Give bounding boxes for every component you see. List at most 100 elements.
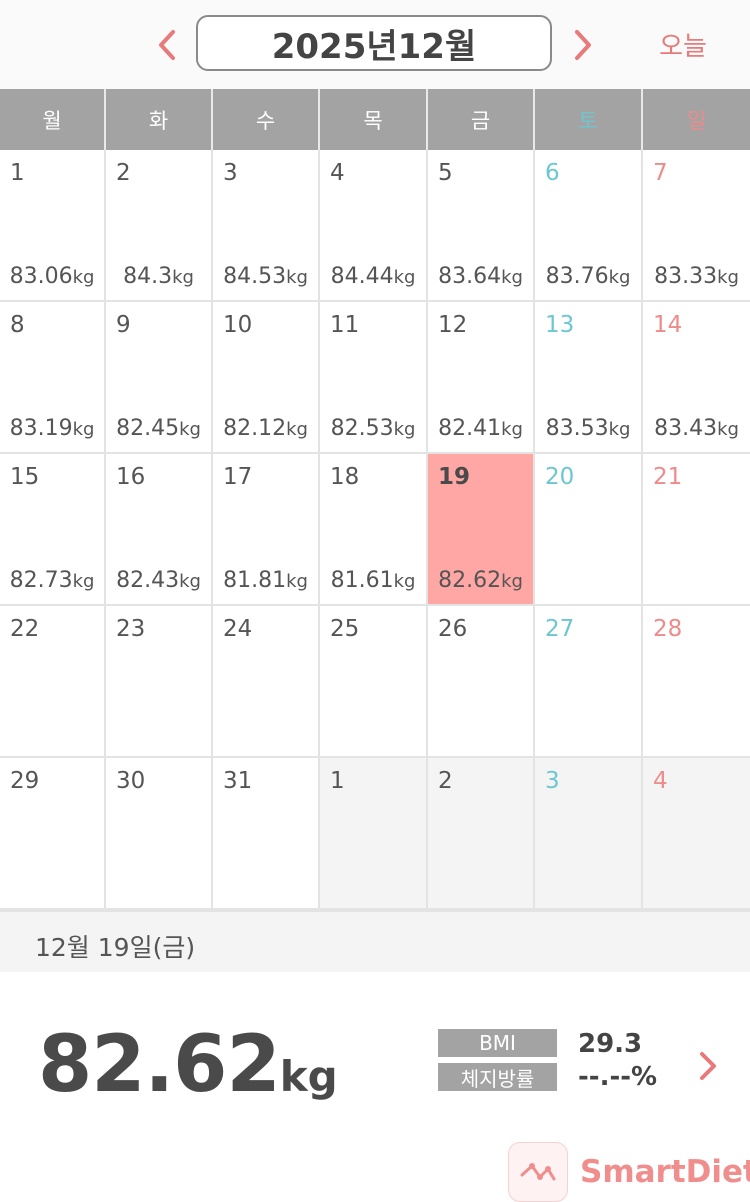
calendar-day-cell[interactable]: 3 84.53kg: [213, 150, 320, 302]
day-number: 15: [10, 464, 40, 490]
day-weight-value: 83.76: [545, 264, 609, 289]
day-weight-unit: kg: [717, 419, 739, 440]
day-weight: 82.53kg: [320, 416, 426, 441]
day-number: 17: [223, 464, 253, 490]
calendar-day-cell[interactable]: 2: [428, 758, 535, 910]
calendar-day-cell[interactable]: 26: [428, 606, 535, 758]
calendar-day-cell[interactable]: 6 83.76kg: [535, 150, 643, 302]
calendar-day-cell[interactable]: 3: [535, 758, 643, 910]
day-weight: 83.19kg: [0, 416, 104, 441]
day-weight-unit: kg: [608, 267, 631, 288]
chevron-right-icon: [575, 30, 591, 60]
day-weight-value: 84.53: [223, 264, 287, 289]
calendar-day-cell[interactable]: 12 82.41kg: [428, 302, 535, 454]
day-weight-value: 83.19: [9, 416, 73, 441]
calendar-day-cell[interactable]: 18 81.61kg: [320, 454, 428, 606]
day-weight-value: 84.44: [330, 264, 394, 289]
calendar-day-cell[interactable]: 11 82.53kg: [320, 302, 428, 454]
calendar-day-cell[interactable]: 23: [106, 606, 213, 758]
day-weight: 81.61kg: [320, 568, 426, 593]
calendar-day-cell[interactable]: 22: [0, 606, 106, 758]
day-number: 27: [545, 616, 575, 642]
day-number: 5: [438, 160, 453, 186]
day-weight-unit: kg: [501, 571, 523, 592]
today-button[interactable]: 오늘: [640, 22, 726, 66]
day-weight-unit: kg: [179, 419, 201, 440]
day-number: 20: [545, 464, 575, 490]
day-weight: 83.43kg: [643, 416, 750, 441]
day-weight: 82.41kg: [428, 416, 533, 441]
day-weight-value: 83.43: [654, 416, 718, 441]
calendar-day-cell[interactable]: 19 82.62kg: [428, 454, 535, 606]
day-number: 8: [10, 312, 25, 338]
day-weight-unit: kg: [393, 419, 416, 440]
day-weight: 84.3kg: [106, 264, 211, 289]
top-bar: 2025년12월 오늘: [0, 0, 750, 89]
calendar-day-cell[interactable]: 9 82.45kg: [106, 302, 213, 454]
day-number: 26: [438, 616, 468, 642]
weekday-label: 수: [213, 89, 320, 150]
calendar-day-cell[interactable]: 13 83.53kg: [535, 302, 643, 454]
weekday-label: 일: [686, 108, 707, 133]
month-title[interactable]: 2025년12월: [196, 15, 552, 71]
calendar-day-cell[interactable]: 21: [643, 454, 750, 606]
calendar-day-cell[interactable]: 5 83.64kg: [428, 150, 535, 302]
selected-weight-value: 82.62: [38, 1020, 281, 1110]
weekday-label: 화: [106, 89, 213, 150]
body-fat-label: 체지방률: [438, 1063, 557, 1091]
day-number: 21: [653, 464, 683, 490]
day-weight-value: 82.43: [116, 568, 180, 593]
day-weight-unit: kg: [286, 571, 308, 592]
calendar-day-cell[interactable]: 4 84.44kg: [320, 150, 428, 302]
calendar-day-cell[interactable]: 20: [535, 454, 643, 606]
day-number: 7: [653, 160, 668, 186]
brand-name: SmartDiet: [580, 1154, 750, 1190]
calendar-day-cell[interactable]: 24: [213, 606, 320, 758]
weekday-label: 금: [428, 89, 535, 150]
calendar-day-cell[interactable]: 16 82.43kg: [106, 454, 213, 606]
calendar-day-cell[interactable]: 8 83.19kg: [0, 302, 106, 454]
day-weight-unit: kg: [286, 419, 308, 440]
calendar-day-cell[interactable]: 31: [213, 758, 320, 910]
day-number: 11: [330, 312, 360, 338]
day-weight-value: 82.12: [223, 416, 287, 441]
day-number: 1: [10, 160, 25, 186]
calendar-day-cell[interactable]: 14 83.43kg: [643, 302, 750, 454]
day-weight: 83.64kg: [428, 264, 533, 289]
day-weight-value: 82.41: [438, 416, 502, 441]
chevron-left-icon: [159, 30, 175, 60]
day-weight-unit: kg: [172, 267, 194, 288]
bmi-label: BMI: [438, 1029, 557, 1057]
day-number: 19: [438, 464, 471, 490]
day-weight: 82.45kg: [106, 416, 211, 441]
calendar-day-cell[interactable]: 29: [0, 758, 106, 910]
day-number: 10: [223, 312, 253, 338]
day-weight-unit: kg: [608, 419, 631, 440]
day-weight-value: 83.06: [9, 264, 73, 289]
day-number: 1: [330, 768, 345, 794]
day-weight: 84.44kg: [320, 264, 426, 289]
calendar-day-cell[interactable]: 28: [643, 606, 750, 758]
day-weight: 81.81kg: [213, 568, 318, 593]
chevron-right-icon: [700, 1052, 716, 1080]
day-weight-value: 82.45: [116, 416, 180, 441]
calendar-day-cell[interactable]: 10 82.12kg: [213, 302, 320, 454]
next-month-button[interactable]: [563, 24, 603, 66]
calendar-day-cell[interactable]: 17 81.81kg: [213, 454, 320, 606]
day-number: 25: [330, 616, 360, 642]
calendar-day-cell[interactable]: 4: [643, 758, 750, 910]
calendar-day-cell[interactable]: 25: [320, 606, 428, 758]
body-fat-value: --.--%: [578, 1062, 658, 1092]
calendar-day-cell[interactable]: 27: [535, 606, 643, 758]
calendar-day-cell[interactable]: 2 84.3kg: [106, 150, 213, 302]
day-number: 4: [330, 160, 345, 186]
prev-month-button[interactable]: [147, 24, 187, 66]
calendar-day-cell[interactable]: 15 82.73kg: [0, 454, 106, 606]
calendar-day-cell[interactable]: 30: [106, 758, 213, 910]
calendar-day-cell[interactable]: 1: [320, 758, 428, 910]
calendar-grid: 1 83.06kg 2 84.3kg 3 84.53kg 4 84.44kg 5 83.64kg 6…: [0, 150, 750, 910]
detail-button[interactable]: [696, 1048, 726, 1088]
calendar-day-cell[interactable]: 7 83.33kg: [643, 150, 750, 302]
day-weight-unit: kg: [286, 267, 308, 288]
calendar-day-cell[interactable]: 1 83.06kg: [0, 150, 106, 302]
